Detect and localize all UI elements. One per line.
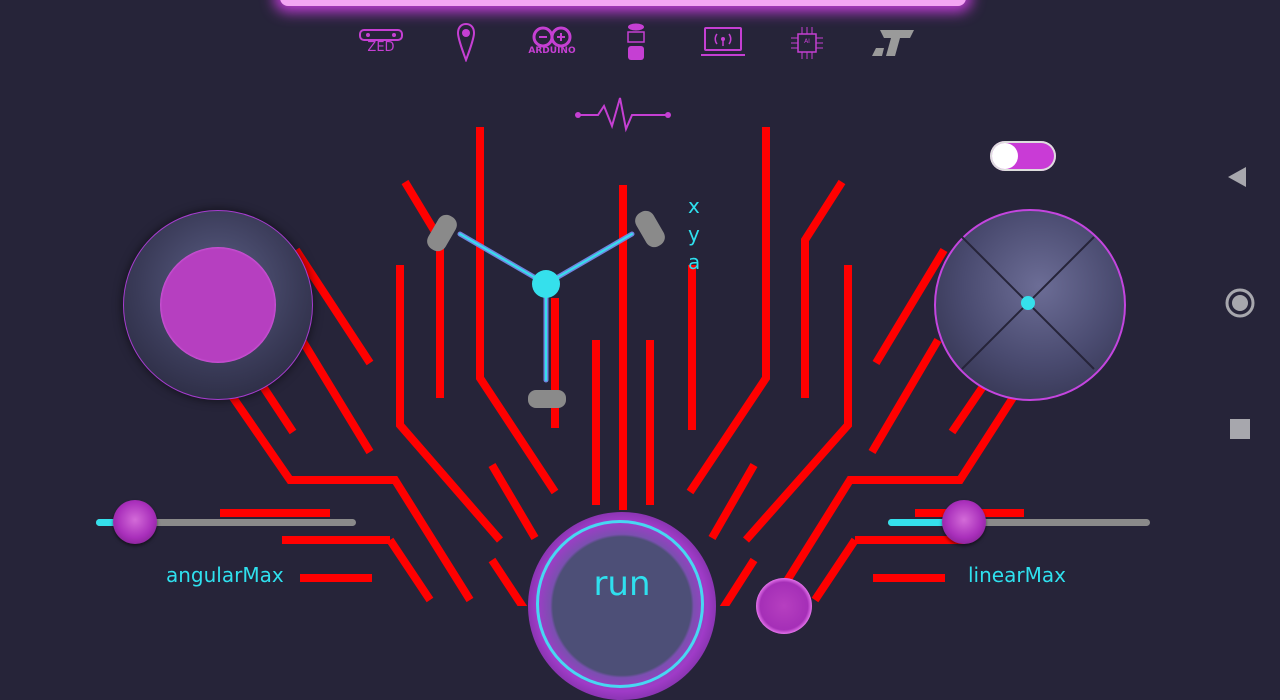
linear-slider-thumb[interactable] [941,500,986,544]
right-joystick[interactable] [934,209,1126,401]
heartbeat-icon[interactable] [574,96,672,134]
recents-icon[interactable] [1229,418,1251,444]
run-button[interactable]: run [528,512,716,700]
chip-icon[interactable]: AI [788,24,826,62]
axis-label-y: y [688,222,700,246]
zed-icon[interactable]: ZED [358,28,404,58]
run-button-ring [536,520,704,688]
arduino-label: ARDUINO [528,46,576,56]
axis-label-x: x [688,194,700,218]
angular-slider-thumb[interactable] [113,500,157,544]
top-glow-bar [280,0,966,6]
arduino-icon[interactable]: ARDUINO [528,26,576,56]
angular-slider-label: angularMax [166,563,284,587]
back-icon[interactable] [1226,165,1248,193]
home-icon[interactable] [1224,287,1256,323]
trace [708,463,758,540]
trace [811,537,859,603]
mode-toggle[interactable] [990,141,1056,171]
linear-slider-label: linearMax [968,563,1066,587]
trace [298,337,374,455]
chip-label: AI [804,38,810,45]
robot-diagram [427,210,665,408]
location-pin-icon[interactable] [456,22,476,62]
wheel-bottom [528,390,566,408]
wheel-left [427,214,457,252]
trace [686,127,770,495]
trace [801,179,846,398]
st-logo-icon[interactable] [870,28,916,58]
database-icon[interactable] [626,22,646,64]
trace [488,557,528,606]
trace [719,557,758,606]
trace [743,265,852,543]
trace [386,537,434,603]
secondary-knob[interactable] [756,578,812,634]
joystick-cross [961,236,1095,370]
left-joystick-knob[interactable] [160,247,276,363]
run-button-label: run [593,564,651,604]
trace [258,382,297,435]
linear-slider[interactable] [888,519,1150,526]
left-joystick[interactable] [123,210,313,400]
zed-label: ZED [367,40,395,55]
robot-center [532,270,560,298]
laptop-broadcast-icon[interactable] [700,26,746,58]
axis-label-a: a [688,250,701,274]
wheel-right [635,210,665,248]
toggle-knob [992,143,1018,169]
trace [488,462,539,541]
